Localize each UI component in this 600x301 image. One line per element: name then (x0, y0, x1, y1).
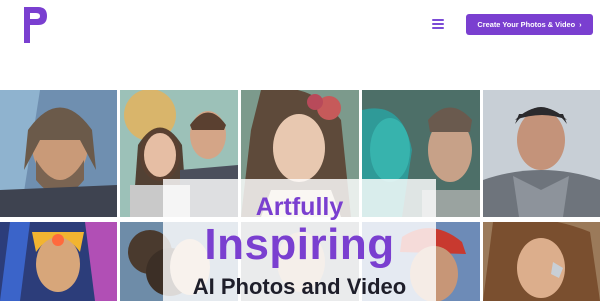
gallery-tile-bearded-warrior[interactable] (0, 90, 117, 217)
gallery-tile-armored-hero[interactable] (483, 90, 600, 217)
brand-logo-icon[interactable] (22, 5, 48, 45)
gallery-tile-woman-circuit-face[interactable] (483, 222, 600, 301)
hero-line-ai-photos-video: AI Photos and Video (192, 274, 407, 299)
gallery-tile-cyber-warrior-woman[interactable] (0, 222, 117, 301)
site-header: Create Your Photos & Video › (0, 0, 600, 90)
hero-line-artfully: Artfully (255, 193, 344, 221)
cta-label: Create Your Photos & Video (477, 20, 576, 29)
hamburger-menu-icon[interactable] (432, 19, 444, 29)
chevron-right-icon: › (579, 20, 582, 29)
create-photos-video-button[interactable]: Create Your Photos & Video › (466, 14, 593, 35)
hero-line-inspiring: Inspiring (204, 220, 395, 269)
